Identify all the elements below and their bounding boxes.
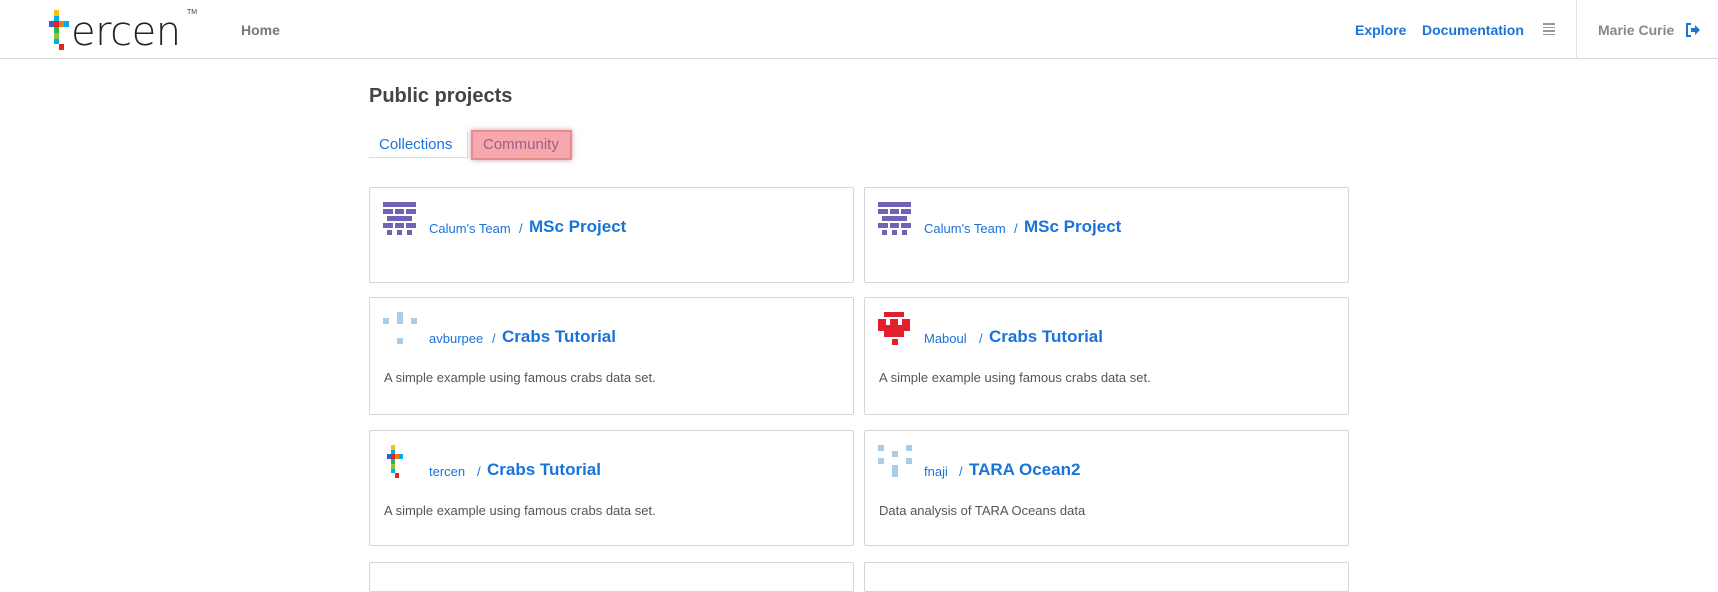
red-invader-icon [878, 312, 912, 346]
project-card[interactable]: tercen / Crabs Tutorial A simple example… [369, 430, 854, 546]
top-header: ercen TM Home Explore Documentation Mari… [0, 0, 1718, 59]
project-description: A simple example using famous crabs data… [384, 370, 656, 385]
purple-invader-icon [383, 202, 417, 236]
lightblue-pixel-icon [383, 312, 417, 346]
project-owner[interactable]: Calum's Team [924, 221, 1006, 236]
owner-separator: / [519, 221, 523, 236]
project-card[interactable]: avburpee / Crabs Tutorial A simple examp… [369, 297, 854, 415]
tercen-logo[interactable]: ercen [49, 6, 181, 54]
project-card[interactable]: Calum's Team / MSc Project [864, 187, 1349, 283]
owner-separator: / [979, 331, 983, 346]
project-card[interactable]: fnaji / TARA Ocean2 Data analysis of TAR… [864, 430, 1349, 546]
lightblue-pixel-icon [878, 445, 912, 479]
owner-separator: / [1014, 221, 1018, 236]
page-title: Public projects [369, 85, 513, 107]
nav-documentation-link[interactable]: Documentation [1422, 22, 1524, 38]
owner-separator: / [477, 464, 481, 479]
nav-explore-link[interactable]: Explore [1355, 22, 1406, 38]
tercen-logo-icon [383, 445, 417, 479]
project-owner[interactable]: avburpee [429, 331, 483, 346]
project-description: A simple example using famous crabs data… [384, 503, 656, 518]
project-name[interactable]: Crabs Tutorial [502, 327, 616, 347]
project-card[interactable]: Maboul / Crabs Tutorial A simple example… [864, 297, 1349, 415]
owner-separator: / [492, 331, 496, 346]
project-card[interactable] [864, 562, 1349, 592]
purple-invader-icon [878, 202, 912, 236]
project-owner[interactable]: fnaji [924, 464, 948, 479]
logo-text: ercen [71, 9, 181, 55]
project-owner[interactable]: Calum's Team [429, 221, 511, 236]
tab-community[interactable]: Community [471, 130, 572, 160]
project-name[interactable]: Crabs Tutorial [487, 460, 601, 480]
project-name[interactable]: MSc Project [529, 217, 626, 237]
project-owner[interactable]: Maboul [924, 331, 967, 346]
owner-separator: / [959, 464, 963, 479]
project-name[interactable]: Crabs Tutorial [989, 327, 1103, 347]
project-name[interactable]: MSc Project [1024, 217, 1121, 237]
nav-home-link[interactable]: Home [241, 22, 280, 38]
logout-icon[interactable] [1685, 22, 1701, 38]
user-name[interactable]: Marie Curie [1598, 22, 1674, 38]
project-card[interactable] [369, 562, 854, 592]
project-description: Data analysis of TARA Oceans data [879, 503, 1086, 518]
tab-collections[interactable]: Collections [369, 132, 468, 158]
project-card[interactable]: Calum's Team / MSc Project [369, 187, 854, 283]
trademark-mark: TM [187, 9, 198, 16]
header-divider [1576, 0, 1577, 59]
project-owner[interactable]: tercen [429, 464, 465, 479]
project-description: A simple example using famous crabs data… [879, 370, 1151, 385]
tercen-cross-icon [49, 10, 73, 54]
project-name[interactable]: TARA Ocean2 [969, 460, 1080, 480]
menu-icon[interactable] [1543, 23, 1555, 36]
